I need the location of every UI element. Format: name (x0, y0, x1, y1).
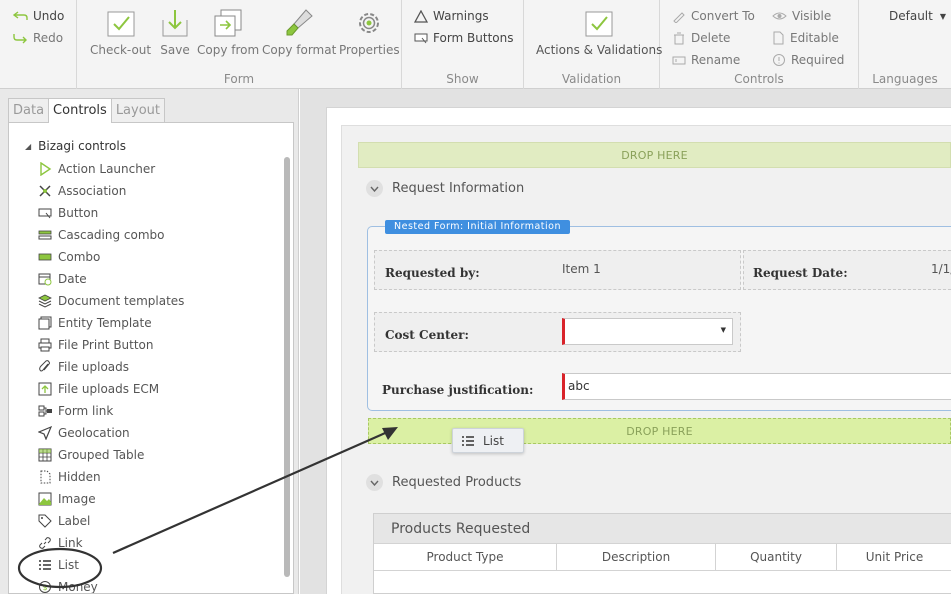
drag-arrow-line (112, 428, 393, 555)
annotation-overlay (17, 427, 398, 589)
tab-controls[interactable]: Controls (48, 98, 112, 123)
highlight-ellipse (17, 547, 103, 589)
